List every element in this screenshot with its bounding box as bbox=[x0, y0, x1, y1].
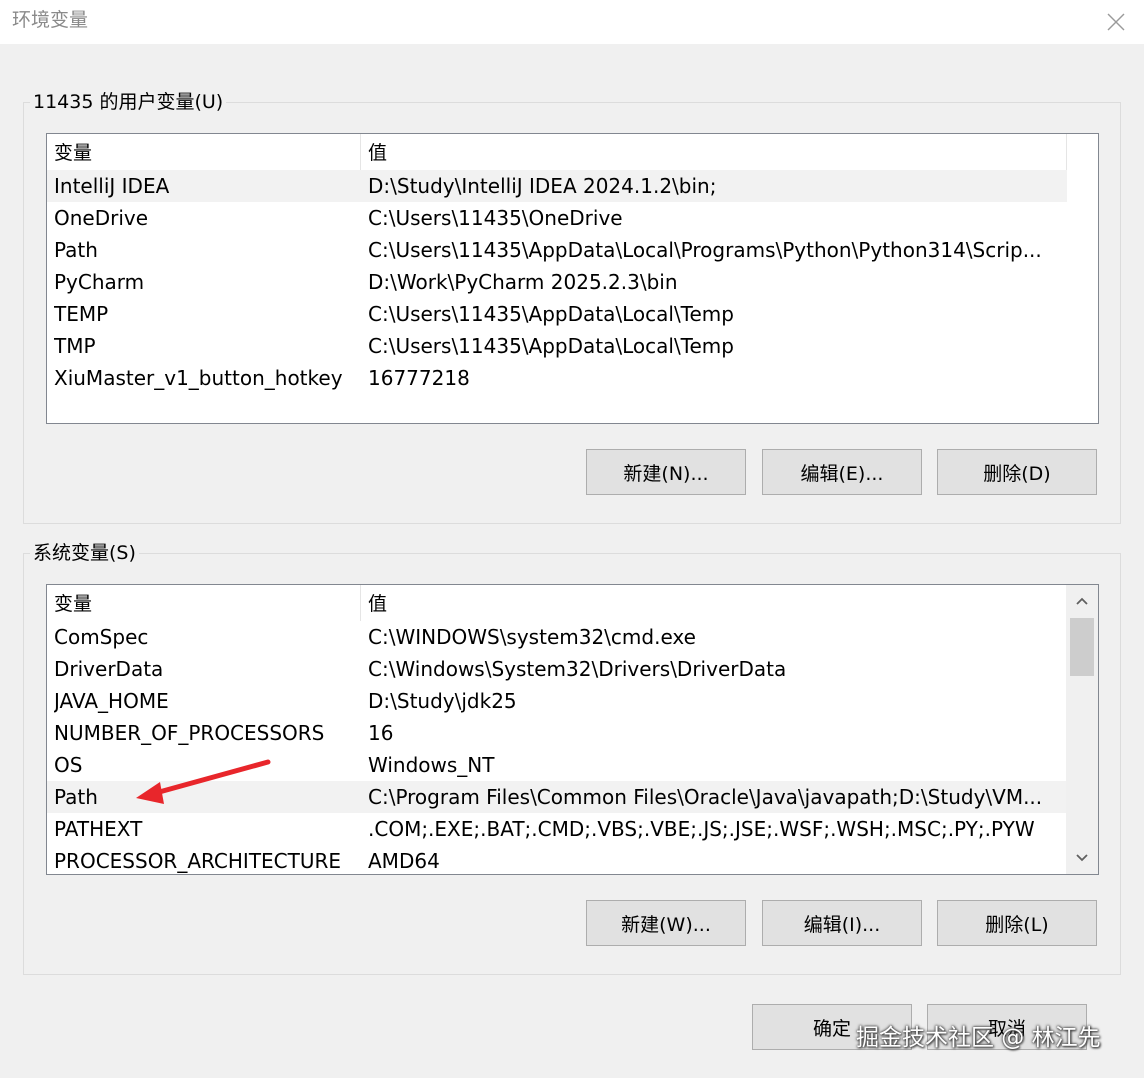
variable-value: C:\Users\11435\AppData\Local\Programs\Py… bbox=[368, 238, 1042, 262]
watermark: 掘金技术社区 @ 林江先 bbox=[856, 1025, 1101, 1051]
vertical-scrollbar[interactable] bbox=[1066, 585, 1098, 874]
list-item[interactable]: DriverData C:\Windows\System32\Drivers\Dr… bbox=[47, 653, 1067, 685]
column-header-variable[interactable]: 变量 bbox=[47, 585, 361, 621]
list-item[interactable]: IntelliJ IDEA D:\Study\IntelliJ IDEA 2024… bbox=[47, 170, 1067, 202]
scroll-up-button[interactable] bbox=[1066, 585, 1098, 617]
column-header-value[interactable]: 值 bbox=[361, 585, 1067, 621]
system-variables-list[interactable]: 变量 值 ComSpec C:\WINDOWS\system32\cmd.exe D… bbox=[46, 584, 1099, 875]
list-header: 变量 值 bbox=[47, 134, 1067, 170]
system-delete-button[interactable]: 删除(L) bbox=[937, 900, 1097, 946]
variable-name: IntelliJ IDEA bbox=[54, 174, 170, 198]
variable-value: 16 bbox=[368, 721, 394, 745]
title-bar: 环境变量 bbox=[0, 0, 1144, 44]
variable-value: 16777218 bbox=[368, 366, 470, 390]
user-variables-rows: IntelliJ IDEA D:\Study\IntelliJ IDEA 2024… bbox=[47, 170, 1067, 394]
variable-name: ComSpec bbox=[54, 625, 149, 649]
list-item[interactable]: OneDrive C:\Users\11435\OneDrive bbox=[47, 202, 1067, 234]
variable-value: Windows_NT bbox=[368, 753, 495, 777]
variable-name: OneDrive bbox=[54, 206, 149, 230]
close-button[interactable] bbox=[1088, 0, 1144, 44]
list-item[interactable]: ComSpec C:\WINDOWS\system32\cmd.exe bbox=[47, 621, 1067, 653]
variable-name: DriverData bbox=[54, 657, 164, 681]
variable-value: C:\Windows\System32\Drivers\DriverData bbox=[368, 657, 787, 681]
variable-value: C:\Users\11435\OneDrive bbox=[368, 206, 623, 230]
list-item[interactable]: TEMP C:\Users\11435\AppData\Local\Temp bbox=[47, 298, 1067, 330]
chevron-down-icon bbox=[1076, 854, 1088, 862]
list-item[interactable]: PROCESSOR_ARCHITECTURE AMD64 bbox=[47, 845, 1067, 874]
list-item[interactable]: XiuMaster_v1_button_hotkey 16777218 bbox=[47, 362, 1067, 394]
variable-name: JAVA_HOME bbox=[54, 689, 169, 713]
list-item[interactable]: NUMBER_OF_PROCESSORS 16 bbox=[47, 717, 1067, 749]
variable-value: C:\Program Files\Common Files\Oracle\Jav… bbox=[368, 785, 1043, 809]
system-variables-legend: 系统变量(S) bbox=[30, 540, 139, 566]
variable-value: C:\WINDOWS\system32\cmd.exe bbox=[368, 625, 696, 649]
list-item[interactable]: TMP C:\Users\11435\AppData\Local\Temp bbox=[47, 330, 1067, 362]
variable-name: XiuMaster_v1_button_hotkey bbox=[54, 366, 343, 390]
chevron-up-icon bbox=[1076, 597, 1088, 605]
scrollbar-thumb[interactable] bbox=[1070, 618, 1094, 676]
column-header-variable[interactable]: 变量 bbox=[47, 134, 361, 170]
variable-value: .COM;.EXE;.BAT;.CMD;.VBS;.VBE;.JS;.JSE;.… bbox=[368, 817, 1035, 841]
user-variables-legend: 11435 的用户变量(U) bbox=[30, 89, 227, 115]
user-delete-button[interactable]: 删除(D) bbox=[937, 449, 1097, 495]
list-item[interactable]: JAVA_HOME D:\Study\jdk25 bbox=[47, 685, 1067, 717]
variable-name: TMP bbox=[54, 334, 96, 358]
variable-value: D:\Work\PyCharm 2025.2.3\bin bbox=[368, 270, 678, 294]
system-new-button[interactable]: 新建(W)... bbox=[586, 900, 746, 946]
variable-name: Path bbox=[54, 238, 98, 262]
user-edit-button[interactable]: 编辑(E)... bbox=[762, 449, 922, 495]
variable-value: D:\Study\IntelliJ IDEA 2024.1.2\bin; bbox=[368, 174, 717, 198]
user-variables-list[interactable]: 变量 值 IntelliJ IDEA D:\Study\IntelliJ IDEA… bbox=[46, 133, 1099, 424]
system-edit-button[interactable]: 编辑(I)... bbox=[762, 900, 922, 946]
variable-name: NUMBER_OF_PROCESSORS bbox=[54, 721, 325, 745]
variable-name: PyCharm bbox=[54, 270, 145, 294]
system-variables-rows: ComSpec C:\WINDOWS\system32\cmd.exe Driver… bbox=[47, 621, 1067, 874]
variable-name: PATHEXT bbox=[54, 817, 143, 841]
variable-value: C:\Users\11435\AppData\Local\Temp bbox=[368, 302, 734, 326]
scroll-down-button[interactable] bbox=[1066, 842, 1098, 874]
list-item[interactable]: PATHEXT .COM;.EXE;.BAT;.CMD;.VBS;.VBE;.JS… bbox=[47, 813, 1067, 845]
column-header-value[interactable]: 值 bbox=[361, 134, 1067, 170]
variable-name: PROCESSOR_ARCHITECTURE bbox=[54, 849, 342, 873]
close-icon bbox=[1107, 13, 1125, 31]
annotation-arrow-icon bbox=[136, 759, 271, 804]
window-title: 环境变量 bbox=[12, 9, 89, 31]
variable-value: D:\Study\jdk25 bbox=[368, 689, 517, 713]
list-item[interactable]: Path C:\Users\11435\AppData\Local\Program… bbox=[47, 234, 1067, 266]
list-header: 变量 值 bbox=[47, 585, 1067, 621]
variable-name: TEMP bbox=[54, 302, 109, 326]
user-new-button[interactable]: 新建(N)... bbox=[586, 449, 746, 495]
variable-value: AMD64 bbox=[368, 849, 440, 873]
variable-value: C:\Users\11435\AppData\Local\Temp bbox=[368, 334, 734, 358]
list-item[interactable]: PyCharm D:\Work\PyCharm 2025.2.3\bin bbox=[47, 266, 1067, 298]
